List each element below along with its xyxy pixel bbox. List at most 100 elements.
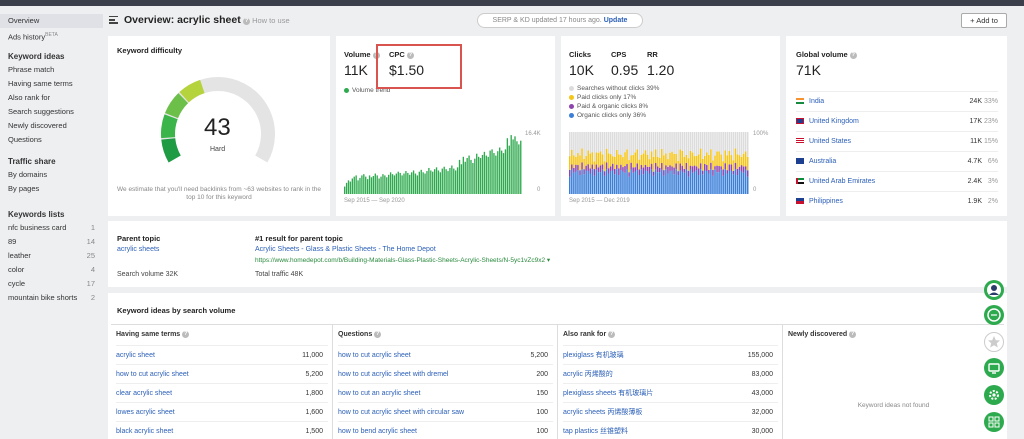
clicks-bar-segment bbox=[569, 132, 571, 157]
update-link[interactable]: Update bbox=[604, 17, 628, 24]
clicks-bar-segment bbox=[646, 154, 649, 167]
keyword-list-item[interactable]: 89 14 bbox=[0, 235, 103, 249]
grid-widget-icon[interactable] bbox=[984, 412, 1004, 432]
clicks-bar-segment bbox=[605, 162, 608, 170]
volume-bar bbox=[495, 155, 497, 194]
help-icon[interactable]: ? bbox=[608, 330, 616, 338]
clicks-bar-segment bbox=[634, 167, 636, 172]
settings-widget-icon[interactable] bbox=[984, 385, 1004, 405]
clicks-bar-segment bbox=[730, 170, 733, 194]
clicks-bar-segment bbox=[718, 132, 720, 152]
sidebar-item-overview[interactable]: Overview bbox=[0, 14, 103, 28]
keyword-list-item[interactable]: cycle 17 bbox=[0, 277, 103, 291]
sidebar-item-also-rank-for[interactable]: Also rank for bbox=[0, 91, 103, 105]
table-row[interactable]: plexiglass 有机玻璃 155,000 bbox=[563, 345, 778, 364]
clicks-bar-segment bbox=[734, 169, 737, 194]
help-icon[interactable]: ? bbox=[849, 330, 857, 338]
volume-bar bbox=[435, 167, 438, 194]
sidebar-item-having-same-terms[interactable]: Having same terms bbox=[0, 77, 103, 91]
table-row[interactable]: how to cut acrylic sheet with dremel 200 bbox=[338, 364, 553, 383]
menu-icon[interactable] bbox=[109, 16, 118, 24]
help-icon[interactable]: ? bbox=[374, 330, 382, 338]
clicks-bar-segment bbox=[603, 132, 606, 162]
keyword-list-item[interactable]: nfc business card 1 bbox=[0, 221, 103, 235]
volume-bar bbox=[347, 180, 350, 194]
table-row[interactable]: tap plastics 丝锥塑料 30,000 bbox=[563, 421, 778, 439]
clicks-bar-segment bbox=[579, 132, 581, 156]
first-result-link[interactable]: Acrylic Sheets - Glass & Plastic Sheets … bbox=[255, 246, 436, 253]
table-row[interactable]: black acrylic sheet 1,500 bbox=[116, 421, 328, 439]
clicks-bar-segment bbox=[628, 132, 630, 161]
table-row[interactable]: how to cut acrylic sheet 5,200 bbox=[116, 364, 328, 383]
profile-widget-icon[interactable] bbox=[984, 280, 1004, 300]
clicks-bar-segment bbox=[681, 151, 684, 166]
clicks-bar-segment bbox=[663, 132, 665, 156]
clicks-bar-segment bbox=[718, 151, 720, 167]
keyword-list-item[interactable]: leather 25 bbox=[0, 249, 103, 263]
clicks-bar-segment bbox=[652, 132, 655, 157]
table-row[interactable]: how to cut an acrylic sheet 150 bbox=[338, 383, 553, 402]
country-row[interactable]: Philippines 1.9K 2% bbox=[796, 191, 998, 211]
country-row[interactable]: United Arab Emirates 2.4K 3% bbox=[796, 171, 998, 191]
clicks-bar-segment bbox=[736, 168, 739, 176]
clicks-bar-segment bbox=[728, 151, 731, 165]
table-row[interactable]: plexiglass sheets 有机玻璃片 43,000 bbox=[563, 383, 778, 402]
clicks-bar-segment bbox=[665, 132, 667, 154]
chat-widget-icon[interactable] bbox=[984, 305, 1004, 325]
volume-bar bbox=[500, 150, 503, 194]
clicks-bar-segment bbox=[640, 132, 643, 155]
keyword-list-item[interactable]: color 4 bbox=[0, 263, 103, 277]
sidebar-item-questions[interactable]: Questions bbox=[0, 133, 103, 147]
clicks-bar-segment bbox=[689, 169, 692, 194]
country-row[interactable]: India 24K 33% bbox=[796, 91, 998, 111]
country-row[interactable]: Australia 4.7K 6% bbox=[796, 151, 998, 171]
page-header: Overview: acrylic sheet ? How to use SER… bbox=[103, 6, 1024, 34]
country-row[interactable]: United States 11K 15% bbox=[796, 131, 998, 151]
help-icon[interactable]: ? bbox=[182, 330, 190, 338]
help-icon[interactable]: ? bbox=[849, 51, 857, 59]
sidebar-item-phrase-match[interactable]: Phrase match bbox=[0, 63, 103, 77]
volume-bar bbox=[388, 174, 390, 194]
first-result-url[interactable]: https://www.homedepot.com/b/Building-Mat… bbox=[255, 256, 550, 264]
screen-widget-icon[interactable] bbox=[984, 358, 1004, 378]
table-row[interactable]: how to bend acrylic sheet 100 bbox=[338, 421, 553, 439]
sidebar-item-newly-discovered[interactable]: Newly discovered bbox=[0, 119, 103, 133]
table-row[interactable]: acrylic 丙烯酸的 83,000 bbox=[563, 364, 778, 383]
add-to-button[interactable]: + Add to bbox=[961, 13, 1007, 28]
keyword-list-item[interactable]: mountain bike shorts 2 bbox=[0, 291, 103, 305]
volume-bar bbox=[393, 175, 396, 194]
parent-topic-link[interactable]: acrylic sheets bbox=[117, 246, 159, 253]
clicks-bar-segment bbox=[577, 170, 579, 194]
country-row[interactable]: United Kingdom 17K 23% bbox=[796, 111, 998, 131]
clicks-bar-segment bbox=[734, 162, 737, 170]
table-row[interactable]: acrylic sheet 11,000 bbox=[116, 345, 328, 364]
clicks-bar-segment bbox=[734, 132, 737, 149]
star-widget-icon[interactable] bbox=[984, 332, 1004, 352]
how-to-use-link[interactable]: ? How to use bbox=[243, 16, 290, 25]
sidebar-item-ads-history[interactable]: Ads historyBETA bbox=[0, 28, 103, 42]
clicks-bar-segment bbox=[640, 154, 643, 165]
clicks-title: Clicks bbox=[569, 50, 592, 59]
volume-bar bbox=[504, 149, 507, 194]
clicks-bar-segment bbox=[614, 156, 616, 169]
clicks-bar-segment bbox=[716, 132, 718, 152]
volume-bar bbox=[370, 177, 373, 194]
clicks-bar-segment bbox=[636, 132, 639, 150]
table-row[interactable]: how to cut acrylic sheet with circular s… bbox=[338, 402, 553, 421]
sidebar-item-by-domains[interactable]: By domains bbox=[0, 168, 103, 182]
clicks-bar-segment bbox=[656, 132, 659, 157]
table-row[interactable]: lowes acrylic sheet 1,600 bbox=[116, 402, 328, 421]
table-row[interactable]: how to cut acrylic sheet 5,200 bbox=[338, 345, 553, 364]
sidebar-item-search-suggestions[interactable]: Search suggestions bbox=[0, 105, 103, 119]
sidebar-item-by-pages[interactable]: By pages bbox=[0, 182, 103, 196]
clicks-bar-segment bbox=[595, 164, 598, 170]
clicks-bar-segment bbox=[634, 171, 636, 194]
table-row[interactable]: acrylic sheets 丙烯酸薄板 32,000 bbox=[563, 402, 778, 421]
clicks-bar-segment bbox=[650, 151, 653, 164]
clicks-bar-segment bbox=[656, 166, 659, 173]
clicks-bar-segment bbox=[738, 155, 741, 167]
clicks-bar-segment bbox=[581, 169, 583, 194]
clicks-bar-segment bbox=[669, 132, 671, 153]
volume-bar bbox=[422, 172, 424, 194]
table-row[interactable]: clear acrylic sheet 1,800 bbox=[116, 383, 328, 402]
